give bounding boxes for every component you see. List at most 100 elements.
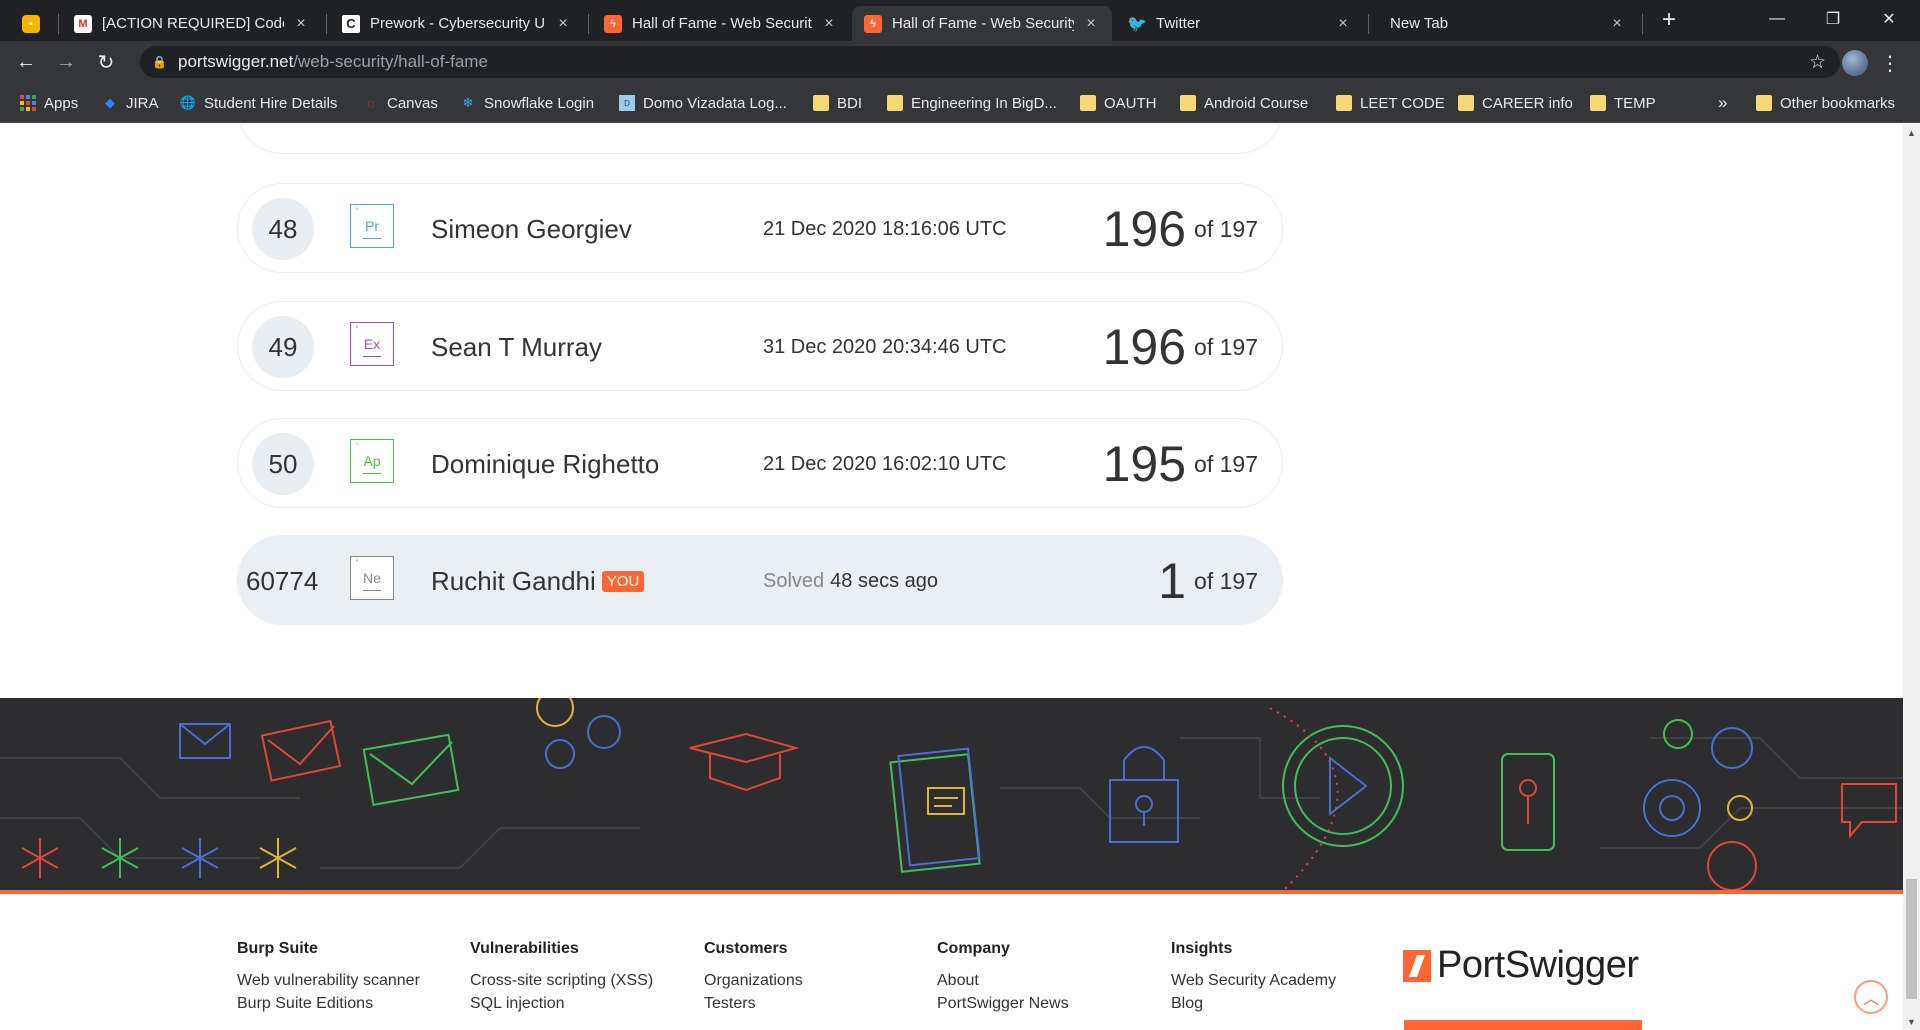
- bookmark-engineering[interactable]: Engineering In BigD...: [887, 83, 1057, 123]
- bookmark-career[interactable]: CAREER info: [1458, 83, 1573, 123]
- bookmark-label: JIRA: [126, 94, 159, 112]
- bookmark-bdi[interactable]: BDI: [813, 83, 862, 123]
- footer-column-burp-suite: Burp Suite Web vulnerability scanner Bur…: [237, 940, 437, 1018]
- bookmarks-bar: Apps ◆ JIRA 🌐 Student Hire Details ◌ Can…: [0, 83, 1920, 123]
- bookmark-domo[interactable]: D Domo Vizadata Log...: [619, 83, 787, 123]
- score-total: of 197: [1194, 450, 1258, 477]
- bookmark-android[interactable]: Android Course: [1180, 83, 1308, 123]
- close-window-button[interactable]: ✕: [1866, 4, 1912, 34]
- bookmark-label: Other bookmarks: [1780, 94, 1896, 112]
- back-arrow-icon[interactable]: ←: [12, 48, 40, 76]
- tab-hall-of-fame-1[interactable]: ϟ Hall of Fame - Web Security ×: [592, 6, 850, 41]
- level-badge-icon: Ne: [350, 556, 394, 600]
- tab-sticky-note[interactable]: ▪: [10, 6, 56, 41]
- bookmark-star-icon[interactable]: ☆: [1809, 51, 1826, 74]
- bookmark-oauth[interactable]: OAUTH: [1080, 83, 1157, 123]
- tab-title: Twitter: [1156, 15, 1201, 32]
- tab-close-icon[interactable]: ×: [1082, 15, 1100, 33]
- completion-date: 31 Dec 2020 20:34:46 UTC: [763, 335, 1007, 358]
- tab-hall-of-fame-active[interactable]: ϟ Hall of Fame - Web Security ×: [852, 6, 1112, 41]
- back-to-top-icon[interactable]: ︿: [1854, 980, 1888, 1014]
- tab-title: Hall of Fame - Web Security: [632, 15, 812, 32]
- footer-illustration-band: [0, 698, 1903, 894]
- bookmark-jira[interactable]: ◆ JIRA: [102, 83, 159, 123]
- rank-circle: 48: [252, 198, 314, 260]
- forward-arrow-icon[interactable]: →: [52, 48, 80, 76]
- twitter-icon: 🐦: [1127, 15, 1147, 33]
- footer-heading: Burp Suite: [237, 940, 318, 957]
- level-badge-icon: Ap: [350, 439, 394, 483]
- portswigger-logo[interactable]: PortSwigger: [1403, 944, 1639, 987]
- tab-twitter[interactable]: 🐦 Twitter ×: [1116, 6, 1364, 41]
- minimize-button[interactable]: —: [1754, 4, 1800, 34]
- bookmarks-overflow-button[interactable]: »: [1718, 83, 1727, 123]
- footer-link[interactable]: Testers: [704, 995, 904, 1013]
- footer-column-vulnerabilities: Vulnerabilities Cross-site scripting (XS…: [470, 940, 670, 1018]
- reload-icon[interactable]: ↻: [92, 48, 120, 76]
- footer-link[interactable]: Web Security Academy: [1171, 972, 1371, 990]
- footer-link[interactable]: SQL injection: [470, 995, 670, 1013]
- bookmark-snowflake[interactable]: ❄ Snowflake Login: [460, 83, 595, 123]
- scrollbar-thumb[interactable]: [1906, 879, 1917, 999]
- canvas-icon: ◌: [367, 95, 375, 111]
- tab-gmail[interactable]: M [ACTION REQUIRED] CodeP ×: [62, 6, 322, 41]
- user-name: Simeon Georgiev: [431, 213, 632, 244]
- c-icon: C: [342, 14, 360, 33]
- scroll-up-icon[interactable]: ▲: [1903, 124, 1920, 141]
- tab-close-icon[interactable]: ×: [1334, 15, 1352, 33]
- score: 196 of 197: [1103, 302, 1258, 392]
- page-viewport: 48 Pr Simeon Georgiev 21 Dec 2020 18:16:…: [0, 124, 1920, 1030]
- other-bookmarks[interactable]: Other bookmarks: [1756, 83, 1895, 123]
- jira-icon: ◆: [105, 95, 115, 110]
- footer-orange-button-edge[interactable]: [1404, 1020, 1642, 1030]
- bookmark-apps[interactable]: Apps: [20, 83, 78, 123]
- level-badge-icon: Ex: [350, 322, 394, 366]
- bookmark-student-hire[interactable]: 🌐 Student Hire Details: [180, 83, 338, 123]
- scroll-down-icon[interactable]: ▼: [1903, 1013, 1920, 1030]
- footer-column-company: Company About PortSwigger News: [937, 940, 1137, 1018]
- address-bar[interactable]: 🔒 portswigger.net/web-security/hall-of-f…: [140, 46, 1840, 78]
- page-scrollbar[interactable]: ▲ ▼: [1903, 124, 1920, 1030]
- bookmark-temp[interactable]: TEMP: [1590, 83, 1656, 123]
- tab-title: Prework - Cybersecurity Un: [370, 15, 546, 32]
- menu-kebab-icon[interactable]: ⋮: [1880, 50, 1900, 76]
- user-name: Sean T Murray: [431, 331, 603, 362]
- bookmark-label: Canvas: [387, 94, 438, 112]
- bookmark-canvas[interactable]: ◌ Canvas: [363, 83, 438, 123]
- score-value: 196: [1102, 201, 1187, 257]
- score-total: of 197: [1194, 215, 1258, 242]
- footer-heading: Vulnerabilities: [470, 940, 579, 957]
- footer-link[interactable]: Web vulnerability scanner: [237, 972, 437, 990]
- footer-link[interactable]: Organizations: [704, 972, 904, 990]
- tab-new-tab[interactable]: New Tab ×: [1378, 6, 1638, 41]
- user-name-cell: Ruchit Gandhi YOU: [431, 536, 645, 626]
- bookmark-label: Apps: [44, 94, 79, 112]
- footer-link[interactable]: About: [937, 972, 1137, 990]
- portswigger-icon: ϟ: [864, 14, 882, 33]
- browser-toolbar: ← → ↻ 🔒 portswigger.net/web-security/hal…: [0, 41, 1920, 83]
- table-row: 49 Ex Sean T Murray 31 Dec 2020 20:34:46…: [237, 301, 1283, 391]
- profile-avatar[interactable]: [1842, 50, 1868, 76]
- footer-link[interactable]: Cross-site scripting (XSS): [470, 972, 670, 990]
- sticky-note-icon: ▪: [22, 14, 40, 33]
- url-host: portswigger.net: [178, 52, 294, 71]
- footer-link[interactable]: Burp Suite Editions: [237, 995, 437, 1013]
- rank-value: 60774: [246, 565, 319, 596]
- folder-icon: [887, 95, 903, 111]
- folder-icon: [1756, 95, 1772, 111]
- tab-close-icon[interactable]: ×: [1608, 15, 1626, 33]
- bookmark-leetcode[interactable]: LEET CODE: [1336, 83, 1445, 123]
- footer-link[interactable]: Blog: [1171, 995, 1371, 1013]
- tab-title: New Tab: [1390, 15, 1449, 32]
- tab-close-icon[interactable]: ×: [820, 15, 838, 33]
- tab-prework[interactable]: C Prework - Cybersecurity Un ×: [330, 6, 584, 41]
- tab-close-icon[interactable]: ×: [554, 15, 572, 33]
- new-tab-button[interactable]: +: [1655, 6, 1683, 34]
- tab-close-icon[interactable]: ×: [292, 15, 310, 33]
- bookmark-label: Snowflake Login: [484, 94, 595, 112]
- restore-button[interactable]: ❐: [1810, 4, 1856, 34]
- portswigger-logo-icon: [1403, 949, 1431, 982]
- footer-link[interactable]: PortSwigger News: [937, 995, 1137, 1013]
- folder-icon: [1180, 95, 1196, 111]
- bookmark-label: Student Hire Details: [204, 94, 338, 112]
